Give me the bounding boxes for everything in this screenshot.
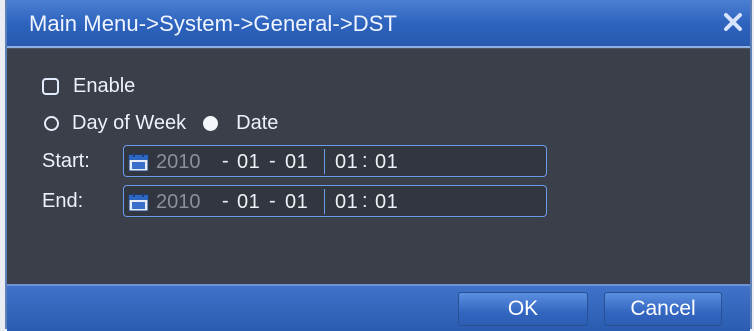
date-label: Date <box>236 112 279 134</box>
enable-checkbox[interactable] <box>42 78 59 95</box>
start-datetime-field[interactable]: 2010 - 01 - 01 01 : 01 <box>123 145 547 177</box>
close-icon <box>724 13 742 31</box>
start-minute[interactable]: 01 <box>375 151 398 174</box>
enable-row: Enable <box>42 75 135 98</box>
end-label: End: <box>42 189 84 212</box>
start-row: Start: 2010 - 01 - 01 01: 01 <box>42 145 547 177</box>
radio-day-of-week[interactable] <box>44 116 59 131</box>
start-sep-1: - <box>222 150 229 172</box>
start-colon: : <box>362 150 368 172</box>
radio-date[interactable] <box>203 116 219 131</box>
end-month[interactable]: 01 <box>237 191 260 214</box>
end-hour[interactable]: 01 <box>335 191 358 214</box>
start-month[interactable]: 01 <box>237 151 260 174</box>
end-field-divider <box>324 189 325 214</box>
title-bar[interactable]: Main Menu->System->General->DST <box>7 0 750 48</box>
end-sep-2: - <box>269 190 276 212</box>
start-hour[interactable]: 01 <box>335 151 358 174</box>
close-button[interactable] <box>720 9 746 35</box>
start-label: Start: <box>42 149 90 172</box>
enable-label: Enable <box>73 75 136 97</box>
end-datetime-field[interactable]: 2010 - 01 - 01 01 : 01 <box>123 185 547 217</box>
calendar-icon[interactable] <box>128 152 149 172</box>
end-day[interactable]: 01 <box>285 191 308 214</box>
calendar-icon[interactable] <box>128 192 149 212</box>
end-colon: : <box>362 190 368 212</box>
dst-settings-panel: Enable Day of Week Date Start: 2010 - 01… <box>7 48 750 285</box>
dialog-footer: OK Cancel <box>7 284 750 331</box>
end-minute[interactable]: 01 <box>375 191 398 214</box>
start-sep-2: - <box>269 150 276 172</box>
start-field-divider <box>324 149 325 174</box>
end-row: End: 2010 - 01 - 01 01: 01 <box>42 185 547 217</box>
cancel-button[interactable]: Cancel <box>604 292 722 326</box>
end-sep-1: - <box>222 190 229 212</box>
ok-button[interactable]: OK <box>458 292 588 326</box>
start-day[interactable]: 01 <box>285 151 308 174</box>
dst-mode-row: Day of Week Date <box>44 112 278 135</box>
end-year[interactable]: 2010 <box>156 191 201 214</box>
start-year[interactable]: 2010 <box>156 151 201 174</box>
day-of-week-label: Day of Week <box>72 112 187 134</box>
dst-dialog: Main Menu->System->General->DST Enable D… <box>5 0 752 331</box>
window-title: Main Menu->System->General->DST <box>29 11 398 36</box>
